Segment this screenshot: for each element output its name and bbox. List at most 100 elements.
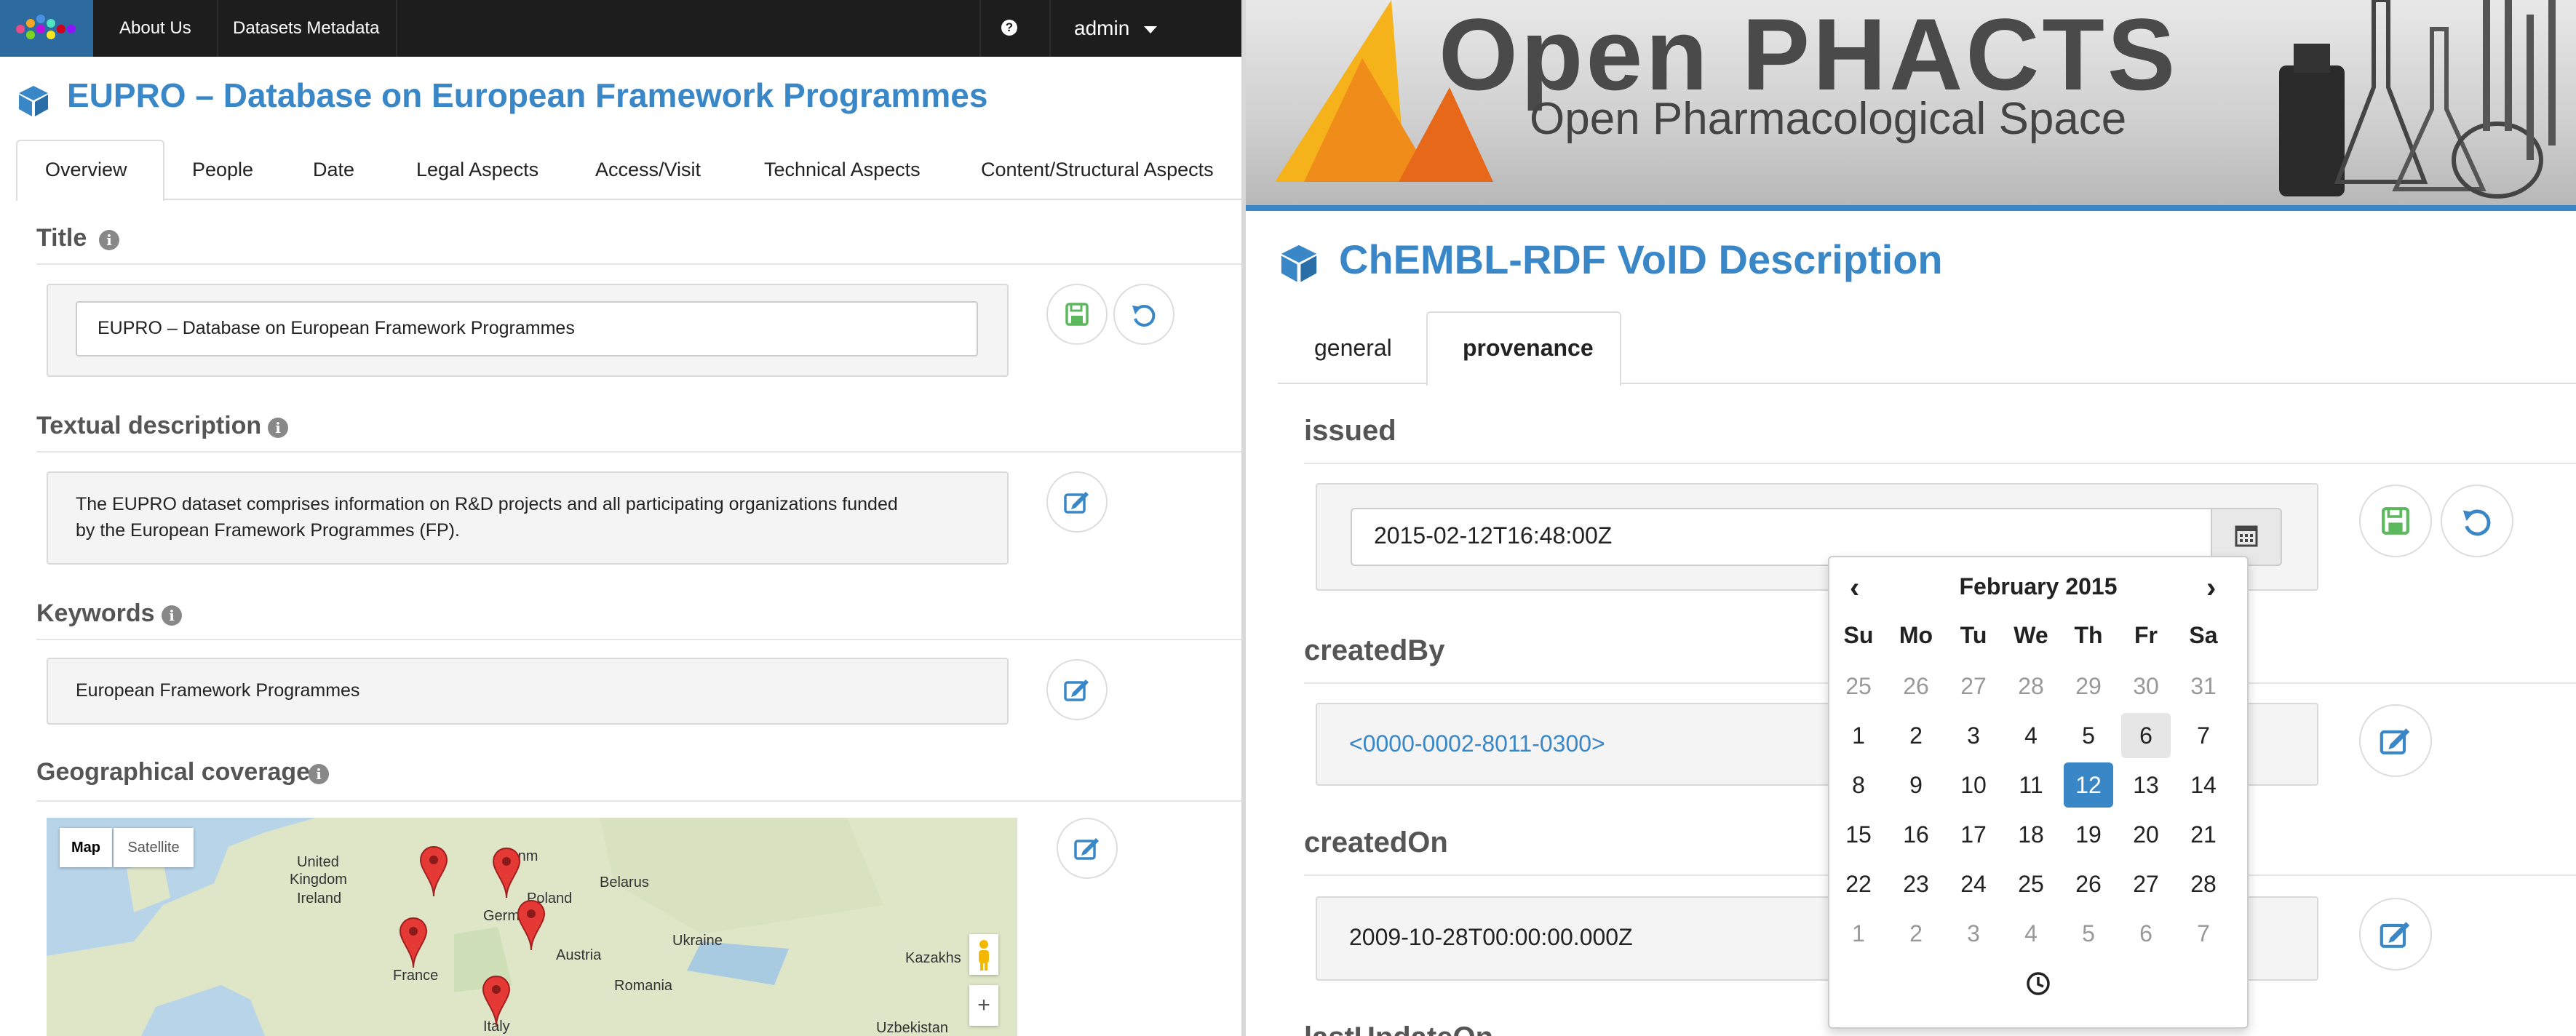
datepicker-next-button[interactable]: › bbox=[2206, 572, 2216, 605]
nav-datasets-metadata[interactable]: Datasets Metadata bbox=[233, 0, 379, 57]
datepicker-day[interactable]: 3 bbox=[1949, 911, 1998, 956]
datepicker-day[interactable]: 7 bbox=[2179, 713, 2228, 758]
edit-button[interactable] bbox=[1057, 818, 1118, 879]
section-divider bbox=[36, 263, 1241, 265]
datepicker-day[interactable]: 31 bbox=[2179, 664, 2228, 709]
map-label: Uzbekistan bbox=[876, 1020, 948, 1036]
app-logo[interactable] bbox=[0, 0, 93, 57]
datepicker-day[interactable]: 26 bbox=[2064, 861, 2113, 906]
datepicker-day[interactable]: 12 bbox=[2064, 762, 2113, 808]
edit-icon bbox=[1064, 680, 1089, 701]
datepicker-day[interactable]: 30 bbox=[2121, 664, 2171, 709]
map-label: Romania bbox=[614, 978, 673, 994]
map-type-map-button[interactable]: Map bbox=[60, 828, 112, 867]
datepicker-day[interactable]: 24 bbox=[1949, 861, 1998, 906]
datepicker-day[interactable]: 29 bbox=[2064, 664, 2113, 709]
datepicker-day[interactable]: 21 bbox=[2179, 812, 2228, 857]
info-icon[interactable]: i bbox=[162, 605, 182, 626]
datepicker-month-title[interactable]: February 2015 bbox=[1829, 573, 2247, 600]
datepicker-weekday-header: Th bbox=[2074, 622, 2103, 648]
datepicker-day[interactable]: 28 bbox=[2006, 664, 2056, 709]
undo-button[interactable] bbox=[2441, 485, 2513, 557]
map-marker-icon[interactable] bbox=[517, 899, 546, 952]
map-marker-icon[interactable] bbox=[419, 845, 448, 898]
datepicker-day[interactable]: 20 bbox=[2121, 812, 2171, 857]
map-marker-icon[interactable] bbox=[492, 847, 521, 899]
field-lastupdateon-label: lastUpdateOn bbox=[1304, 1021, 1493, 1036]
datepicker-day[interactable]: 28 bbox=[2179, 861, 2228, 906]
datepicker-day[interactable]: 16 bbox=[1891, 812, 1941, 857]
edit-button[interactable] bbox=[1046, 471, 1108, 533]
datepicker-day[interactable]: 6 bbox=[2121, 713, 2171, 758]
datepicker-day[interactable]: 27 bbox=[1949, 664, 1998, 709]
tab-people[interactable]: People bbox=[192, 140, 253, 199]
datepicker-day[interactable]: 4 bbox=[2006, 713, 2056, 758]
zoom-in-button[interactable]: + bbox=[969, 985, 998, 1026]
tab-provenance[interactable]: provenance bbox=[1463, 311, 1594, 384]
right-app-window: Open PHACTS Open Pharmacological Space C… bbox=[1246, 0, 2576, 1036]
datepicker-day[interactable]: 10 bbox=[1949, 762, 1998, 808]
user-menu-label[interactable]: admin bbox=[1074, 0, 1129, 57]
clock-icon[interactable] bbox=[2024, 969, 2053, 998]
description-line-1: The EUPRO dataset comprises information … bbox=[76, 494, 898, 514]
save-button[interactable] bbox=[1046, 284, 1108, 345]
datepicker-day[interactable]: 3 bbox=[1949, 713, 1998, 758]
datepicker-day[interactable]: 25 bbox=[1834, 664, 1883, 709]
datepicker-day[interactable]: 17 bbox=[1949, 812, 1998, 857]
datepicker-day[interactable]: 8 bbox=[1834, 762, 1883, 808]
tab-access-visit[interactable]: Access/Visit bbox=[595, 140, 701, 199]
field-createdon-label: createdOn bbox=[1304, 826, 1448, 858]
datepicker-day[interactable]: 2 bbox=[1891, 911, 1941, 956]
datepicker-day[interactable]: 11 bbox=[2006, 762, 2056, 808]
undo-button[interactable] bbox=[1113, 284, 1174, 345]
caret-down-icon[interactable] bbox=[1144, 26, 1157, 33]
datepicker-day[interactable]: 13 bbox=[2121, 762, 2171, 808]
brand-banner: Open PHACTS Open Pharmacological Space bbox=[1246, 0, 2576, 205]
section-title-label: Title bbox=[36, 224, 87, 252]
street-view-pegman-icon[interactable] bbox=[969, 934, 998, 975]
datepicker-day[interactable]: 23 bbox=[1891, 861, 1941, 906]
map-marker-icon[interactable] bbox=[482, 975, 511, 1027]
datepicker-day[interactable]: 7 bbox=[2179, 911, 2228, 956]
edit-button[interactable] bbox=[1046, 659, 1108, 720]
tab-general[interactable]: general bbox=[1314, 311, 1392, 384]
info-icon[interactable]: i bbox=[309, 764, 329, 784]
datepicker-day[interactable]: 1 bbox=[1834, 911, 1883, 956]
tab-date[interactable]: Date bbox=[313, 140, 354, 199]
map-type-satellite-button[interactable]: Satellite bbox=[114, 828, 194, 867]
save-button[interactable] bbox=[2359, 485, 2432, 557]
datepicker-day[interactable]: 2 bbox=[1891, 713, 1941, 758]
datepicker-weekday-header: Tu bbox=[1960, 622, 1987, 648]
tab-overview[interactable]: Overview bbox=[45, 140, 127, 199]
datepicker-weekday-header: Mo bbox=[1899, 622, 1933, 648]
top-navbar: About Us Datasets Metadata ? admin bbox=[0, 0, 1241, 57]
tab-content-structural-aspects[interactable]: Content/Structural Aspects bbox=[981, 140, 1214, 199]
map-marker-icon[interactable] bbox=[399, 917, 428, 969]
datepicker-day[interactable]: 5 bbox=[2064, 911, 2113, 956]
datepicker-day[interactable]: 22 bbox=[1834, 861, 1883, 906]
datepicker-day[interactable]: 18 bbox=[2006, 812, 2056, 857]
datepicker-day[interactable]: 9 bbox=[1891, 762, 1941, 808]
tab-technical-aspects[interactable]: Technical Aspects bbox=[764, 140, 921, 199]
datepicker-day[interactable]: 14 bbox=[2179, 762, 2228, 808]
datepicker-day[interactable]: 4 bbox=[2006, 911, 2056, 956]
datepicker-day[interactable]: 19 bbox=[2064, 812, 2113, 857]
info-icon[interactable]: i bbox=[99, 230, 119, 250]
createdby-link[interactable]: <0000-0002-8011-0300> bbox=[1349, 730, 1605, 757]
map-label: Belarus bbox=[600, 874, 649, 890]
info-icon[interactable]: i bbox=[268, 418, 288, 438]
edit-button[interactable] bbox=[2359, 898, 2432, 971]
datepicker-day[interactable]: 26 bbox=[1891, 664, 1941, 709]
help-icon[interactable]: ? bbox=[1001, 20, 1017, 36]
datepicker-day[interactable]: 1 bbox=[1834, 713, 1883, 758]
datepicker-day[interactable]: 5 bbox=[2064, 713, 2113, 758]
nav-about-us[interactable]: About Us bbox=[119, 0, 191, 57]
edit-button[interactable] bbox=[2359, 704, 2432, 777]
tab-legal-aspects[interactable]: Legal Aspects bbox=[416, 140, 538, 199]
datepicker-day[interactable]: 25 bbox=[2006, 861, 2056, 906]
map-label: Ireland bbox=[297, 890, 342, 906]
undo-icon bbox=[1132, 305, 1156, 327]
datepicker-day[interactable]: 6 bbox=[2121, 911, 2171, 956]
datepicker-day[interactable]: 27 bbox=[2121, 861, 2171, 906]
datepicker-day[interactable]: 15 bbox=[1834, 812, 1883, 857]
